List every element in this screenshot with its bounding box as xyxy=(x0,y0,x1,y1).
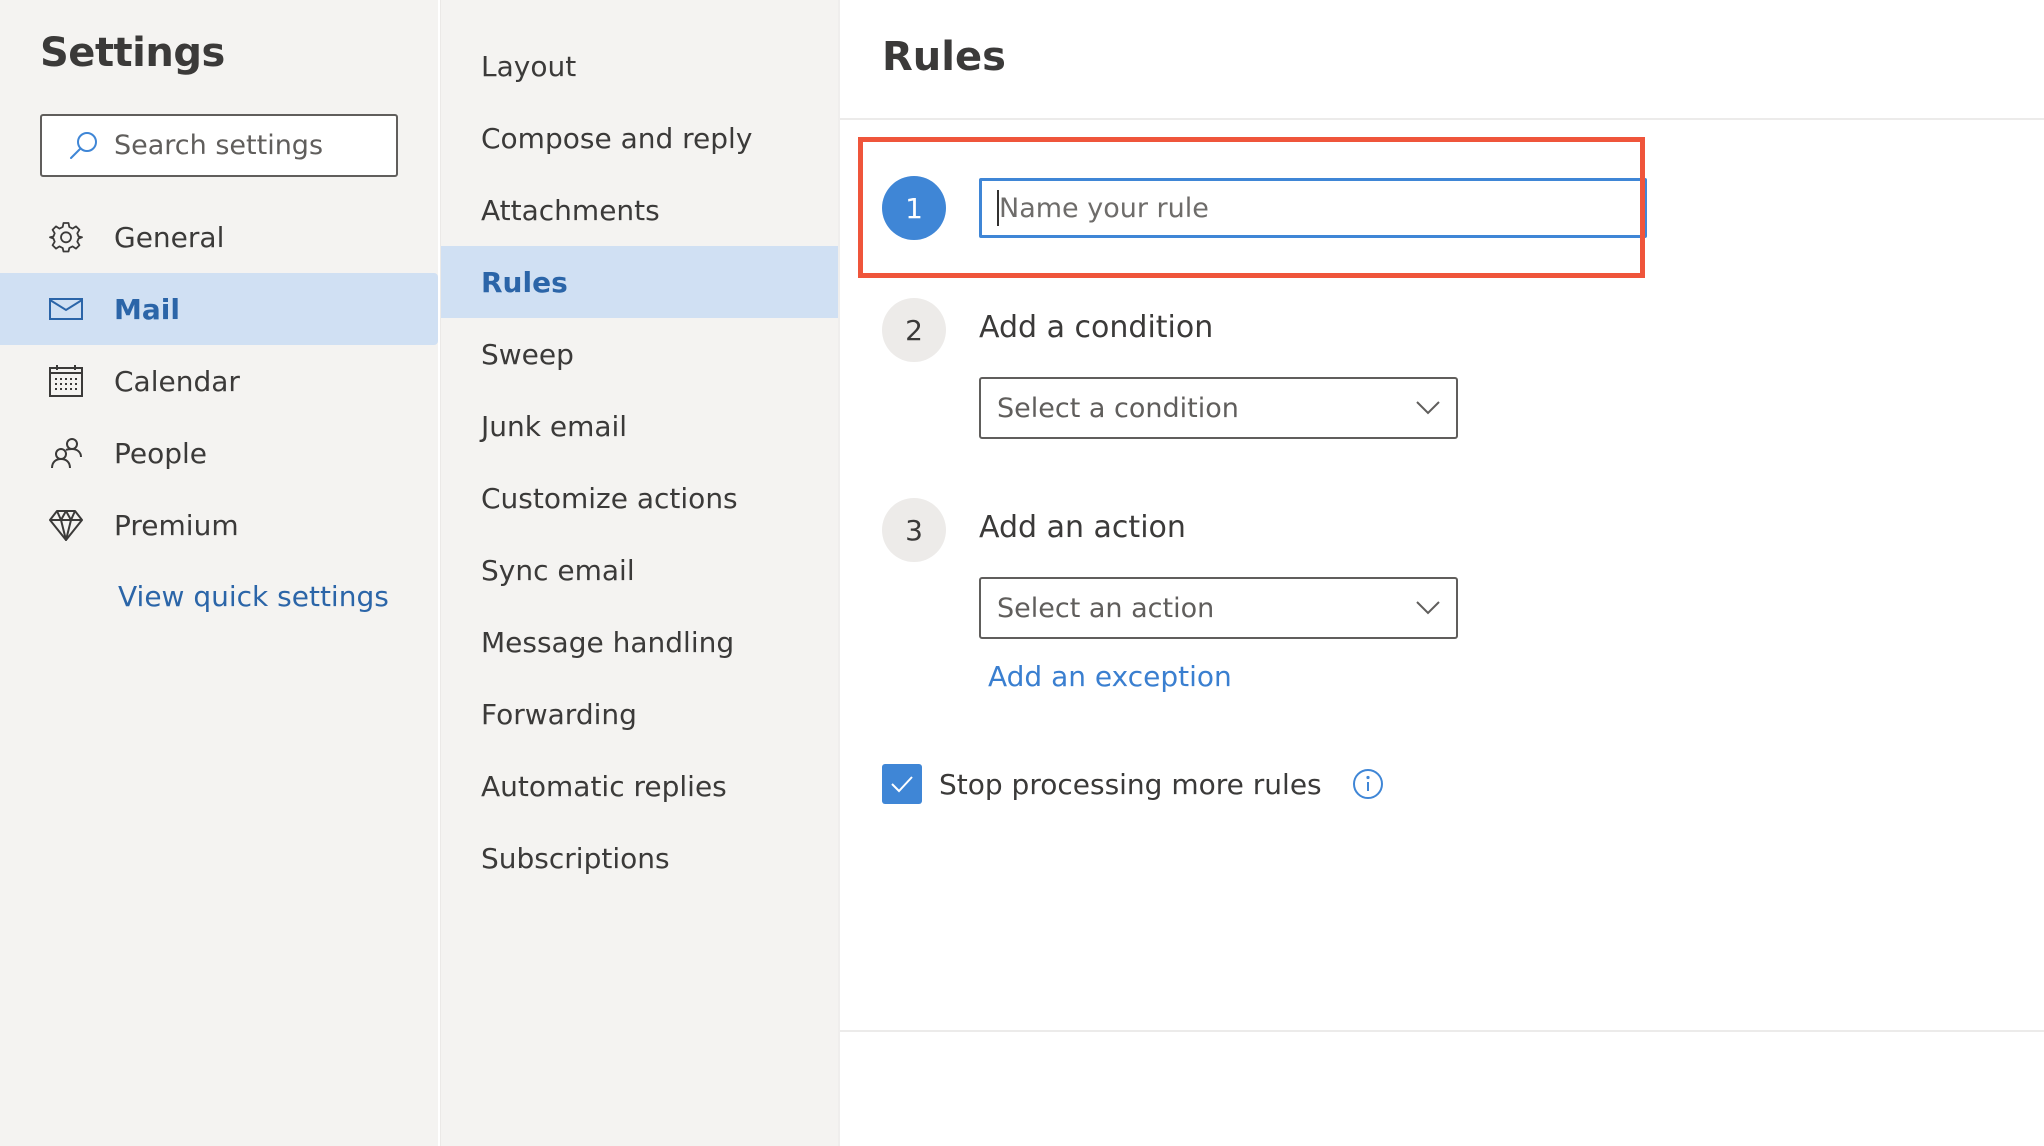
diamond-icon xyxy=(48,507,84,543)
menu-item-message-handling[interactable]: Message handling xyxy=(441,606,839,678)
action-dropdown[interactable]: Select an action xyxy=(979,577,1458,639)
nav-item-label: Calendar xyxy=(114,364,240,398)
add-exception-link[interactable]: Add an exception xyxy=(988,660,1232,693)
action-dropdown-value: Select an action xyxy=(997,592,1215,624)
menu-item-customize-actions[interactable]: Customize actions xyxy=(441,462,839,534)
menu-item-label: Message handling xyxy=(481,625,735,659)
menu-item-label: Sweep xyxy=(481,337,574,371)
stop-processing-checkbox[interactable] xyxy=(882,764,922,804)
nav-item-label: General xyxy=(114,220,225,254)
menu-item-label: Subscriptions xyxy=(481,841,670,875)
rule-name-field[interactable] xyxy=(979,178,1647,238)
menu-item-automatic-replies[interactable]: Automatic replies xyxy=(441,750,839,822)
search-settings-box[interactable] xyxy=(40,114,398,177)
menu-item-label: Sync email xyxy=(481,553,635,587)
menu-item-forwarding[interactable]: Forwarding xyxy=(441,678,839,750)
menu-item-label: Attachments xyxy=(481,193,660,227)
nav-item-label: Mail xyxy=(114,292,180,326)
menu-item-attachments[interactable]: Attachments xyxy=(441,174,839,246)
menu-item-junk-email[interactable]: Junk email xyxy=(441,390,839,462)
menu-item-label: Forwarding xyxy=(481,697,637,731)
add-condition-heading: Add a condition xyxy=(979,310,1214,345)
search-settings-input[interactable] xyxy=(114,130,374,161)
menu-item-sweep[interactable]: Sweep xyxy=(441,318,839,390)
nav-item-people[interactable]: People xyxy=(0,417,438,489)
condition-dropdown-value: Select a condition xyxy=(997,392,1239,424)
settings-sidebar: Settings General xyxy=(0,0,438,1146)
step-1-badge: 1 xyxy=(882,176,946,240)
menu-item-label: Rules xyxy=(481,265,568,299)
menu-item-label: Automatic replies xyxy=(481,769,727,803)
stop-processing-option: Stop processing more rules xyxy=(882,764,1384,804)
mail-settings-menu: Layout Compose and reply Attachments Rul… xyxy=(440,0,839,1146)
rules-panel: Rules 1 2 Add a condition Select a condi… xyxy=(838,0,2044,1146)
chevron-down-icon xyxy=(1416,401,1440,415)
menu-item-label: Layout xyxy=(481,49,577,83)
people-icon xyxy=(48,435,84,471)
nav-item-calendar[interactable]: Calendar xyxy=(0,345,438,417)
nav-item-premium[interactable]: Premium xyxy=(0,489,438,561)
chevron-down-icon xyxy=(1416,601,1440,615)
checkmark-icon xyxy=(891,776,913,793)
calendar-icon xyxy=(48,363,84,399)
menu-item-rules[interactable]: Rules xyxy=(441,246,839,318)
menu-item-label: Customize actions xyxy=(481,481,738,515)
nav-item-label: Premium xyxy=(114,508,239,542)
menu-item-sync-email[interactable]: Sync email xyxy=(441,534,839,606)
search-icon xyxy=(70,131,97,159)
footer-divider xyxy=(840,1030,2044,1032)
page-title: Rules xyxy=(882,34,1006,80)
mail-icon xyxy=(48,291,84,327)
condition-dropdown[interactable]: Select a condition xyxy=(979,377,1458,439)
nav-item-mail[interactable]: Mail xyxy=(0,273,438,345)
menu-item-label: Junk email xyxy=(481,409,628,443)
add-action-heading: Add an action xyxy=(979,510,1186,545)
stop-processing-label: Stop processing more rules xyxy=(939,767,1322,801)
rule-name-input[interactable] xyxy=(999,192,1619,224)
step-3-badge: 3 xyxy=(882,498,946,562)
menu-item-compose-and-reply[interactable]: Compose and reply xyxy=(441,102,839,174)
menu-item-layout[interactable]: Layout xyxy=(441,30,839,102)
settings-nav: General Mail Calendar People Premium xyxy=(0,201,438,561)
info-icon[interactable] xyxy=(1352,768,1384,800)
header-divider xyxy=(840,118,2044,120)
view-quick-settings-link[interactable]: View quick settings xyxy=(118,580,389,613)
step-2-badge: 2 xyxy=(882,298,946,362)
nav-item-general[interactable]: General xyxy=(0,201,438,273)
nav-item-label: People xyxy=(114,436,208,470)
menu-item-label: Compose and reply xyxy=(481,121,753,155)
menu-item-subscriptions[interactable]: Subscriptions xyxy=(441,822,839,894)
gear-icon xyxy=(48,219,84,255)
settings-title: Settings xyxy=(40,30,225,76)
